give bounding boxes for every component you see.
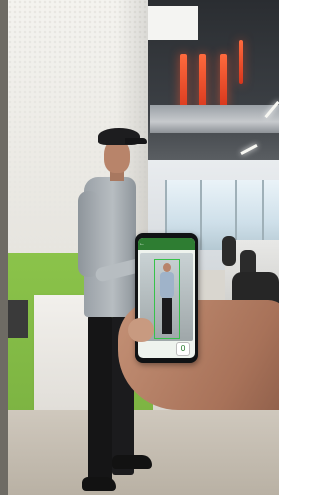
smartphone: ← 0 <box>135 233 198 363</box>
app-bar <box>138 238 195 250</box>
person-arm <box>78 191 100 277</box>
person-shoe <box>82 477 116 491</box>
shelf <box>8 300 28 338</box>
person-shoe <box>112 455 152 469</box>
status-value: 0 <box>176 342 190 356</box>
photo-frame: ← 0 <box>0 0 279 495</box>
red-ceiling-light <box>199 54 206 112</box>
red-ceiling-light <box>220 54 227 108</box>
left-edge <box>0 0 8 495</box>
window-mullion <box>200 180 202 250</box>
person-leg <box>88 315 112 485</box>
detection-box <box>154 259 180 339</box>
cap-visor <box>125 138 147 144</box>
back-arrow-icon[interactable]: ← <box>139 238 145 250</box>
thumb <box>128 318 154 342</box>
red-ceiling-light <box>239 40 243 84</box>
ceiling-panel <box>143 6 198 40</box>
office-chair <box>222 236 236 266</box>
